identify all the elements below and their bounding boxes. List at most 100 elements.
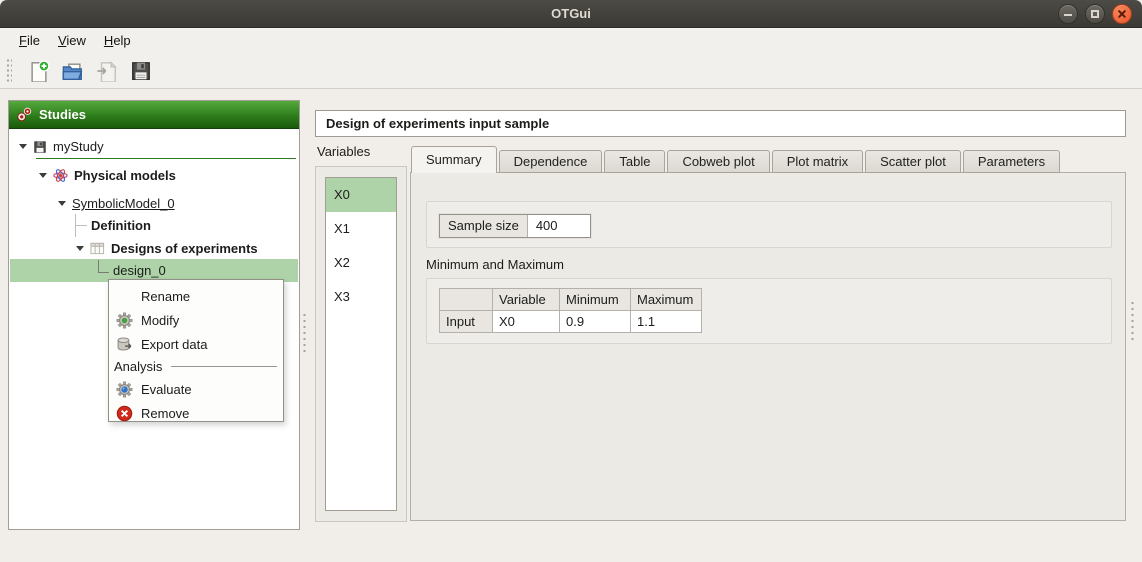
variables-list: X0 X1 X2 X3 <box>325 177 397 511</box>
tree-item-designs-of-experiments[interactable]: Designs of experiments <box>76 237 258 260</box>
sample-size-field: Sample size 400 <box>439 214 591 238</box>
cell-variable: X0 <box>493 311 560 333</box>
context-menu-modify[interactable]: Modify <box>109 308 283 332</box>
right-splitter-handle[interactable] <box>1130 300 1135 342</box>
page-title: Design of experiments input sample <box>315 110 1126 137</box>
sample-size-label: Sample size <box>440 215 528 237</box>
toolbar <box>0 53 1142 89</box>
table-header-minimum: Minimum <box>560 289 631 311</box>
save-study-button[interactable] <box>126 56 156 86</box>
tab-scatter-plot[interactable]: Scatter plot <box>865 150 961 173</box>
study-underline <box>36 158 296 159</box>
menu-section-label: Analysis <box>114 359 162 374</box>
menu-item-label: Evaluate <box>141 382 192 397</box>
tab-cobweb-plot[interactable]: Cobweb plot <box>667 150 769 173</box>
context-menu-remove[interactable]: Remove <box>109 401 283 425</box>
otgui-logo-icon <box>17 107 32 122</box>
new-document-icon <box>28 60 50 82</box>
page-title-text: Design of experiments input sample <box>326 116 549 131</box>
import-python-script-button[interactable] <box>92 56 122 86</box>
tree-item-label: SymbolicModel_0 <box>72 196 175 211</box>
tree-branch-line <box>75 214 88 237</box>
cell-maximum: 1.1 <box>631 311 702 333</box>
tree-item-label: Designs of experiments <box>111 241 258 256</box>
summary-tab-panel: Sample size 400 Minimum and Maximum Vari… <box>410 172 1126 521</box>
tree-item-symbolicmodel[interactable]: SymbolicModel_0 <box>58 192 175 215</box>
maximize-glyph <box>1091 10 1099 18</box>
minmax-groupbox: Variable Minimum Maximum Input X0 0.9 1.… <box>426 278 1112 344</box>
tree-item-label: Physical models <box>74 168 176 183</box>
minimize-glyph <box>1064 14 1072 16</box>
tree-item-physical-models[interactable]: Physical models <box>39 164 176 187</box>
menu-file[interactable]: File <box>10 31 49 50</box>
menu-bar: File View Help <box>0 28 1142 53</box>
context-menu-evaluate[interactable]: Evaluate <box>109 377 283 401</box>
menu-view[interactable]: View <box>49 31 95 50</box>
minimize-icon[interactable] <box>1058 4 1078 24</box>
sample-size-value: 400 <box>528 215 590 237</box>
table-header-row: Variable Minimum Maximum <box>440 289 702 311</box>
maximize-icon[interactable] <box>1085 4 1105 24</box>
minmax-table: Variable Minimum Maximum Input X0 0.9 1.… <box>439 288 702 333</box>
export-data-icon <box>116 336 133 353</box>
tree-item-mystudy[interactable]: myStudy <box>19 135 104 158</box>
tab-table[interactable]: Table <box>604 150 665 173</box>
variables-label: Variables <box>317 144 370 159</box>
floppy-icon <box>33 140 47 154</box>
chevron-down-icon[interactable] <box>19 144 27 149</box>
close-icon[interactable] <box>1112 4 1132 24</box>
sample-size-groupbox: Sample size 400 <box>426 201 1112 248</box>
menu-item-label: Export data <box>141 337 208 352</box>
menu-item-label: Rename <box>141 289 190 304</box>
tab-parameters[interactable]: Parameters <box>963 150 1060 173</box>
tab-bar: Summary Dependence Table Cobweb plot Plo… <box>411 146 1062 173</box>
toolbar-drag-handle[interactable] <box>6 58 12 84</box>
tab-plot-matrix[interactable]: Plot matrix <box>772 150 863 173</box>
context-menu: Rename Modify Export da <box>108 279 284 422</box>
window-controls <box>1058 4 1132 24</box>
variable-item-x0[interactable]: X0 <box>326 178 396 212</box>
table-row: Input X0 0.9 1.1 <box>440 311 702 333</box>
variable-item-x1[interactable]: X1 <box>326 212 396 246</box>
minmax-section-title: Minimum and Maximum <box>426 257 564 272</box>
title-bar[interactable]: OTGui <box>0 0 1142 28</box>
context-menu-rename[interactable]: Rename <box>109 284 283 308</box>
left-splitter-handle[interactable] <box>302 312 307 354</box>
studies-header-label: Studies <box>39 107 86 122</box>
chevron-down-icon[interactable] <box>76 246 84 251</box>
empty-icon-placeholder <box>116 288 133 305</box>
context-menu-section-analysis: Analysis <box>109 356 283 377</box>
menu-item-label: Remove <box>141 406 189 421</box>
context-menu-export-data[interactable]: Export data <box>109 332 283 356</box>
tree-item-label: myStudy <box>53 139 104 154</box>
table-header-maximum: Maximum <box>631 289 702 311</box>
tree-item-label: Definition <box>91 218 151 233</box>
cell-minimum: 0.9 <box>560 311 631 333</box>
gear-green-icon <box>116 312 133 329</box>
tree-item-label: design_0 <box>113 263 166 278</box>
tree-item-definition[interactable]: Definition <box>75 214 151 237</box>
open-study-button[interactable] <box>58 56 88 86</box>
chevron-down-icon[interactable] <box>39 173 47 178</box>
menu-section-divider <box>171 366 277 367</box>
new-study-button[interactable] <box>24 56 54 86</box>
menu-help[interactable]: Help <box>95 31 140 50</box>
table-grid-icon <box>90 241 105 256</box>
menu-item-label: Modify <box>141 313 179 328</box>
tab-summary[interactable]: Summary <box>411 146 497 173</box>
variables-panel: X0 X1 X2 X3 <box>315 166 407 522</box>
tab-dependence[interactable]: Dependence <box>499 150 603 173</box>
remove-icon <box>116 405 133 422</box>
window-title: OTGui <box>0 0 1142 28</box>
import-script-icon <box>96 60 118 82</box>
chevron-down-icon[interactable] <box>58 201 66 206</box>
table-header-empty <box>440 289 493 311</box>
save-icon <box>130 60 152 82</box>
row-header-input: Input <box>440 311 493 333</box>
open-folder-icon <box>62 60 84 82</box>
gear-blue-icon <box>116 381 133 398</box>
atom-icon <box>53 168 68 183</box>
table-header-variable: Variable <box>493 289 560 311</box>
variable-item-x3[interactable]: X3 <box>326 280 396 314</box>
variable-item-x2[interactable]: X2 <box>326 246 396 280</box>
